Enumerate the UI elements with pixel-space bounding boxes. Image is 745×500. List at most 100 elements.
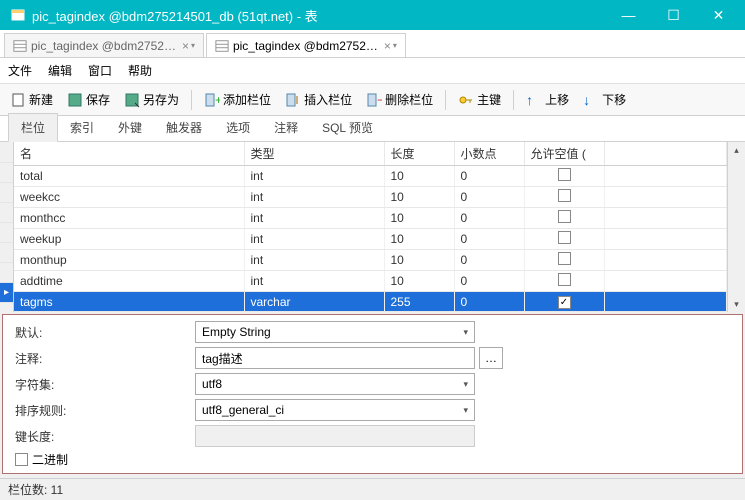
comment-browse-button[interactable]: …: [479, 347, 503, 369]
null-checkbox[interactable]: [558, 210, 571, 223]
cell-name[interactable]: total: [14, 166, 244, 187]
col-type[interactable]: 类型: [244, 142, 384, 166]
tab-dropdown-icon[interactable]: ▾: [191, 41, 195, 50]
document-tab[interactable]: pic_tagindex @bdm2752… × ▾: [4, 33, 204, 57]
table-row[interactable]: monthccint100: [14, 208, 727, 229]
null-checkbox[interactable]: [558, 252, 571, 265]
move-up-button[interactable]: ↑上移: [520, 88, 575, 111]
default-select[interactable]: Empty String▾: [195, 321, 475, 343]
insert-column-button[interactable]: 插入栏位: [279, 88, 358, 111]
table-row[interactable]: totalint100: [14, 166, 727, 187]
arrow-up-icon: ↑: [526, 92, 542, 108]
null-checkbox[interactable]: ✓: [558, 296, 571, 309]
cell-decimals[interactable]: 0: [454, 229, 524, 250]
maximize-button[interactable]: ☐: [651, 0, 696, 30]
col-allow-null[interactable]: 允许空值 (: [524, 142, 604, 166]
cell-allow-null[interactable]: ✓: [524, 292, 604, 312]
cell-name[interactable]: weekup: [14, 229, 244, 250]
tab-close-icon[interactable]: ×: [384, 39, 391, 53]
tab-dropdown-icon[interactable]: ▾: [393, 41, 397, 50]
menu-window[interactable]: 窗口: [88, 62, 112, 79]
table-row[interactable]: weekccint100: [14, 187, 727, 208]
cell-allow-null[interactable]: [524, 166, 604, 187]
cell-name[interactable]: monthcc: [14, 208, 244, 229]
menu-edit[interactable]: 编辑: [48, 62, 72, 79]
document-tab[interactable]: pic_tagindex @bdm2752… × ▾: [206, 33, 406, 57]
tab-foreign-keys[interactable]: 外键: [106, 114, 154, 141]
keylength-input: [195, 425, 475, 447]
table-row[interactable]: weekupint100: [14, 229, 727, 250]
cell-length[interactable]: 255: [384, 292, 454, 312]
tab-close-icon[interactable]: ×: [182, 39, 189, 53]
chevron-down-icon: ▾: [463, 327, 468, 338]
tab-comment[interactable]: 注释: [262, 114, 310, 141]
cell-allow-null[interactable]: [524, 187, 604, 208]
cell-length[interactable]: 10: [384, 208, 454, 229]
cell-length[interactable]: 10: [384, 271, 454, 292]
subtabs: 栏位 索引 外键 触发器 选项 注释 SQL 预览: [0, 116, 745, 142]
col-decimals[interactable]: 小数点: [454, 142, 524, 166]
col-length[interactable]: 长度: [384, 142, 454, 166]
collation-select[interactable]: utf8_general_ci▾: [195, 399, 475, 421]
cell-type[interactable]: int: [244, 187, 384, 208]
tab-indexes[interactable]: 索引: [58, 114, 106, 141]
null-checkbox[interactable]: [558, 189, 571, 202]
scroll-up-icon[interactable]: ▴: [728, 142, 745, 158]
minimize-button[interactable]: —: [606, 0, 651, 30]
table-row[interactable]: addtimeint100: [14, 271, 727, 292]
cell-allow-null[interactable]: [524, 250, 604, 271]
cell-length[interactable]: 10: [384, 187, 454, 208]
saveas-button[interactable]: 另存为: [118, 88, 185, 111]
cell-decimals[interactable]: 0: [454, 166, 524, 187]
cell-allow-null[interactable]: [524, 229, 604, 250]
cell-type[interactable]: int: [244, 208, 384, 229]
cell-type[interactable]: int: [244, 250, 384, 271]
cell-name[interactable]: monthup: [14, 250, 244, 271]
null-checkbox[interactable]: [558, 168, 571, 181]
cell-type[interactable]: int: [244, 271, 384, 292]
statusbar: 栏位数: 11: [0, 478, 745, 500]
delete-column-button[interactable]: −删除栏位: [360, 88, 439, 111]
menu-file[interactable]: 文件: [8, 62, 32, 79]
cell-decimals[interactable]: 0: [454, 250, 524, 271]
tab-triggers[interactable]: 触发器: [154, 114, 214, 141]
col-name[interactable]: 名: [14, 142, 244, 166]
table-row[interactable]: tagmsvarchar2550 ✓: [14, 292, 727, 312]
cell-length[interactable]: 10: [384, 166, 454, 187]
scroll-down-icon[interactable]: ▾: [728, 296, 745, 312]
add-column-button[interactable]: +添加栏位: [198, 88, 277, 111]
titlebar[interactable]: pic_tagindex @bdm275214501_db (51qt.net)…: [0, 0, 745, 30]
binary-checkbox[interactable]: [15, 453, 28, 466]
cell-length[interactable]: 10: [384, 229, 454, 250]
cell-decimals[interactable]: 0: [454, 271, 524, 292]
cell-decimals[interactable]: 0: [454, 208, 524, 229]
cell-name[interactable]: weekcc: [14, 187, 244, 208]
null-checkbox[interactable]: [558, 273, 571, 286]
save-button[interactable]: 保存: [61, 88, 116, 111]
cell-allow-null[interactable]: [524, 271, 604, 292]
cell-allow-null[interactable]: [524, 208, 604, 229]
close-button[interactable]: ✕: [696, 0, 741, 30]
vertical-scrollbar[interactable]: ▴ ▾: [727, 142, 745, 312]
cell-name[interactable]: addtime: [14, 271, 244, 292]
tab-options[interactable]: 选项: [214, 114, 262, 141]
table-row[interactable]: monthupint100: [14, 250, 727, 271]
charset-select[interactable]: utf8▾: [195, 373, 475, 395]
cell-type[interactable]: int: [244, 229, 384, 250]
cell-decimals[interactable]: 0: [454, 187, 524, 208]
new-button[interactable]: 新建: [4, 88, 59, 111]
tab-fields[interactable]: 栏位: [8, 113, 58, 142]
cell-decimals[interactable]: 0: [454, 292, 524, 312]
primary-key-button[interactable]: 主键: [452, 88, 507, 111]
columns-table[interactable]: 名 类型 长度 小数点 允许空值 ( totalint100weekccint1…: [14, 142, 727, 312]
cell-length[interactable]: 10: [384, 250, 454, 271]
arrow-down-icon: ↓: [583, 92, 599, 108]
tab-sql-preview[interactable]: SQL 预览: [310, 114, 385, 141]
cell-type[interactable]: varchar: [244, 292, 384, 312]
comment-input[interactable]: tag描述: [195, 347, 475, 369]
null-checkbox[interactable]: [558, 231, 571, 244]
cell-name[interactable]: tagms: [14, 292, 244, 312]
cell-type[interactable]: int: [244, 166, 384, 187]
menu-help[interactable]: 帮助: [128, 62, 152, 79]
move-down-button[interactable]: ↓下移: [577, 88, 632, 111]
